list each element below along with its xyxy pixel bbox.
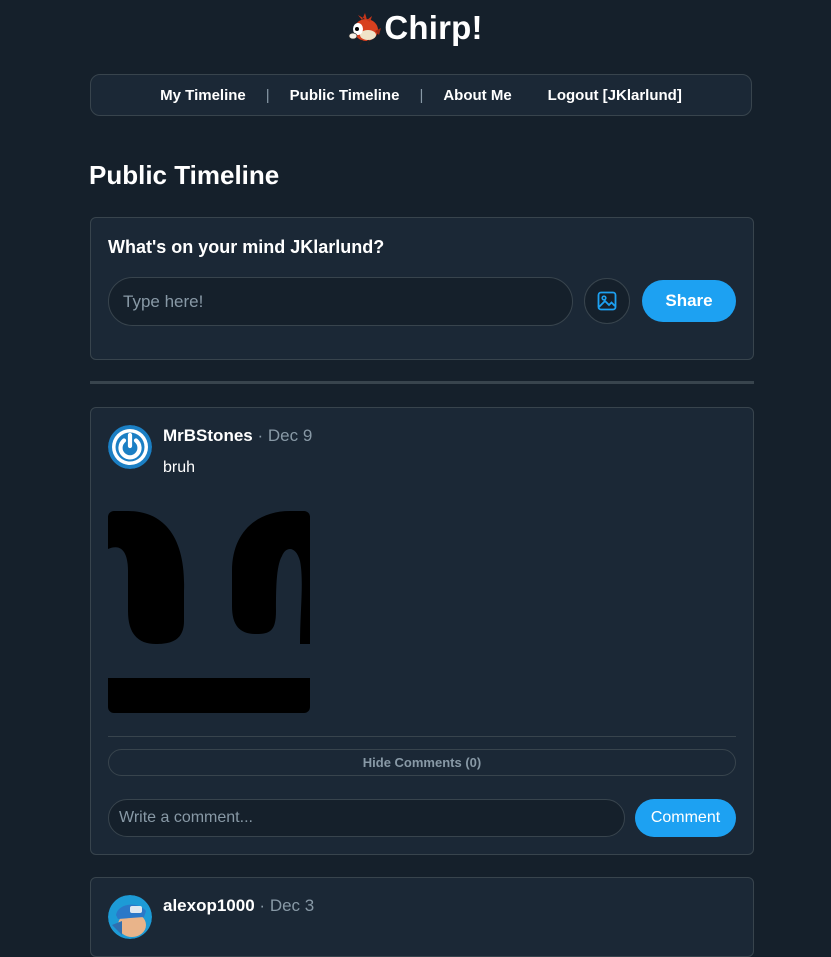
nav-about-me[interactable]: About Me [443, 87, 511, 104]
nav-logout[interactable]: Logout [JKlarlund] [548, 87, 682, 104]
face-image [108, 511, 310, 713]
post-header: alexop1000 · Dec 3 [163, 896, 314, 916]
red-bird-icon [348, 13, 382, 46]
page-title: Public Timeline [89, 160, 280, 190]
nav-my-timeline[interactable]: My Timeline [160, 87, 246, 104]
attach-image-button[interactable] [584, 278, 630, 324]
post-divider [108, 736, 736, 737]
post-composer: What's on your mind JKlarlund? Share [90, 217, 754, 360]
post-card: MrBStones · Dec 9 bruh Hide Comments (0)… [90, 407, 754, 855]
app-title: Chirp! [384, 9, 483, 46]
main-nav: My Timeline | Public Timeline | About Me… [90, 74, 752, 116]
nav-separator: | [419, 86, 424, 104]
comment-button[interactable]: Comment [635, 799, 736, 837]
comment-input[interactable] [108, 799, 625, 837]
post-date: Dec 3 [269, 896, 315, 915]
avatar[interactable] [108, 425, 152, 469]
post-card: alexop1000 · Dec 3 [90, 877, 754, 957]
post-image[interactable] [108, 511, 310, 713]
composer-prompt: What's on your mind JKlarlund? [108, 237, 385, 257]
composer-input[interactable] [108, 277, 573, 326]
post-dot: · [257, 426, 264, 445]
post-dot: · [259, 896, 266, 915]
post-username[interactable]: alexop1000 [163, 896, 255, 915]
share-button[interactable]: Share [642, 280, 736, 322]
post-date: Dec 9 [267, 426, 313, 445]
nav-separator: | [265, 86, 270, 104]
post-username[interactable]: MrBStones [163, 426, 253, 445]
hide-comments-button[interactable]: Hide Comments (0) [108, 749, 736, 776]
soldier-avatar-icon [108, 895, 152, 939]
power-icon [108, 425, 152, 469]
post-header: MrBStones · Dec 9 [163, 426, 312, 446]
avatar[interactable] [108, 895, 152, 939]
section-divider [90, 381, 754, 384]
app-header: Chirp! [0, 0, 831, 60]
logo[interactable]: Chirp! [348, 9, 482, 47]
image-icon [597, 291, 617, 311]
nav-public-timeline[interactable]: Public Timeline [290, 87, 400, 104]
post-text: bruh [163, 459, 196, 476]
